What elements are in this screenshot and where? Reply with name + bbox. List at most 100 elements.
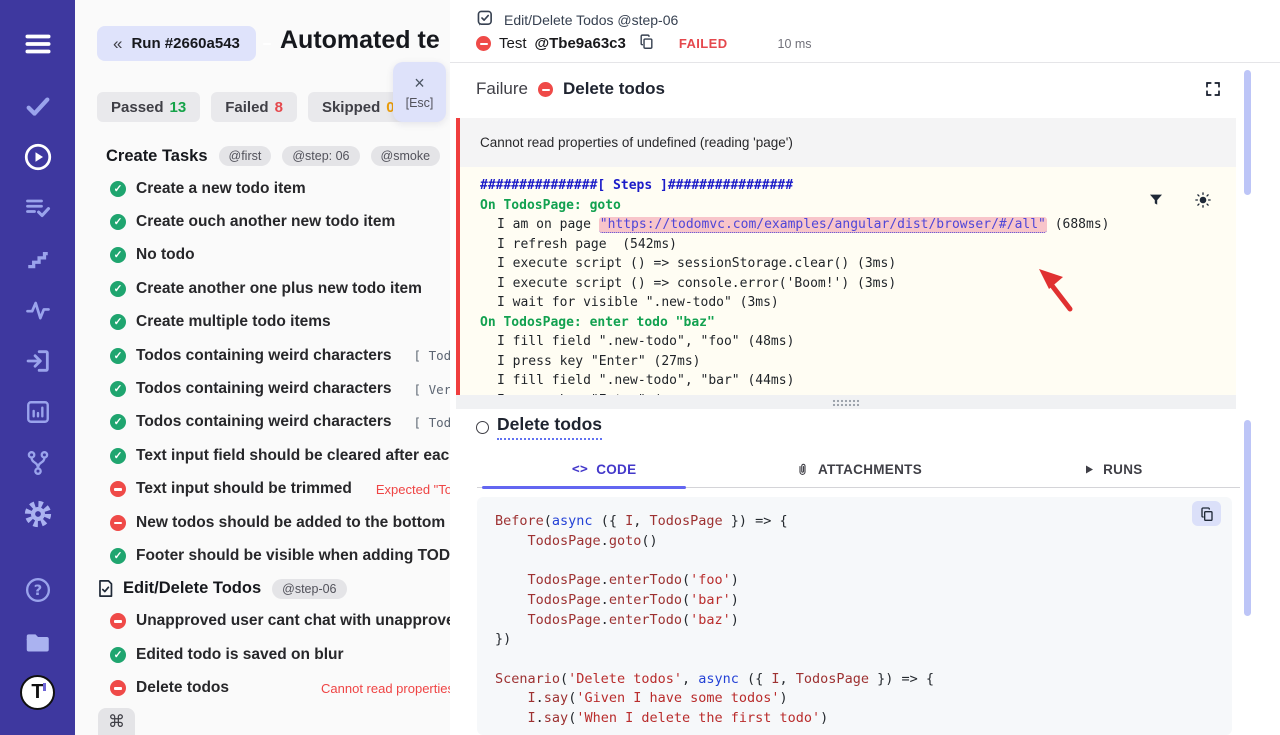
step-line: ###############[ Steps ]################ [480, 176, 1236, 196]
code-line: TodosPage.enterTodo('foo') [495, 571, 1232, 591]
sidebar: ? T [0, 0, 75, 735]
test-title: Create ouch another new todo item [136, 213, 395, 231]
test-title: Edited todo is saved on blur [136, 646, 344, 664]
failed-icon [110, 680, 126, 696]
steps-log[interactable]: ###############[ Steps ]################… [460, 167, 1236, 409]
test-row[interactable]: Edited todo is saved on blur [97, 638, 450, 671]
test-list: Create Tasks@first@step: 06@smoke@stoCre… [97, 140, 450, 707]
suite-title: Create Tasks [106, 147, 208, 166]
filter-steps-icon[interactable] [1148, 192, 1164, 213]
test-title: New todos should be added to the bottom … [136, 514, 450, 532]
failure-test-title: Delete todos [563, 79, 665, 99]
passed-count: 13 [170, 99, 187, 116]
passed-icon [110, 314, 126, 330]
suite-tag: @first [219, 146, 272, 166]
code-viewer[interactable]: Before(async ({ I, TodosPage }) => { Tod… [477, 497, 1232, 735]
step-url-highlight[interactable]: "https://todomvc.com/examples/angular/di… [599, 217, 1047, 233]
import-login-icon[interactable] [0, 341, 75, 381]
suite-heading[interactable]: Edit/Delete Todos@step-06 [97, 573, 450, 605]
tab-attachments[interactable]: ATTACHMENTS [731, 452, 985, 487]
scrollbar-thumb-top[interactable] [1244, 70, 1251, 195]
step-line: I execute script () => sessionStorage.cl… [480, 254, 1236, 274]
test-row[interactable]: New todos should be added to the bottom … [97, 506, 450, 539]
play-icon [1083, 463, 1095, 476]
test-row[interactable]: Delete todosCannot read properties of u [97, 671, 450, 704]
filter-failed[interactable]: Failed 8 [211, 92, 297, 122]
test-row[interactable]: Todos containing weird characters [ Todo … [97, 406, 450, 439]
test-row[interactable]: Create another one plus new todo item [97, 272, 450, 305]
test-row[interactable]: Unapproved user cant chat with unapprove… [97, 605, 450, 638]
test-title: Todos containing weird characters [136, 413, 392, 431]
test-title: Todos containing weird characters [136, 380, 392, 398]
tab-code[interactable]: <> CODE [477, 452, 731, 487]
passed-icon [110, 181, 126, 197]
detail-tabs: <> CODE ATTACHMENTS RUNS [477, 452, 1240, 488]
tests-check-icon[interactable] [0, 86, 75, 126]
command-icon: ⌘ [108, 712, 125, 732]
suite-heading[interactable]: Create Tasks@first@step: 06@smoke@sto [97, 140, 450, 172]
settings-gear-icon[interactable] [0, 494, 75, 534]
logo[interactable]: T [0, 670, 75, 714]
test-row[interactable]: Todos containing weird characters[ Todo … [97, 339, 450, 372]
activity-pulse-icon[interactable] [0, 290, 75, 330]
runs-panel: « Run #2660a543 Automated te × [Esc] Pas… [75, 0, 451, 735]
help-icon[interactable]: ? [0, 570, 75, 610]
section-test-title[interactable]: Delete todos [497, 414, 602, 440]
code-line: I.say('Given I have some todos') [495, 689, 1232, 709]
test-row[interactable]: Create a new todo item [97, 172, 450, 205]
code-line: TodosPage.enterTodo('bar') [495, 591, 1232, 611]
passed-icon [110, 247, 126, 263]
test-bullet-icon [476, 421, 489, 434]
test-detail-panel: Edit/Delete Todos @step-06 Test @Tbe9a63… [450, 0, 1280, 735]
detail-header: Edit/Delete Todos @step-06 Test @Tbe9a63… [450, 0, 1280, 63]
step-line: I press key "Enter" (27ms) [480, 352, 1236, 372]
analytics-chart-icon[interactable] [0, 392, 75, 432]
failed-label: Failed [225, 99, 268, 116]
git-branch-icon[interactable] [0, 443, 75, 483]
back-to-run-button[interactable]: « Run #2660a543 [97, 26, 256, 61]
brightness-icon[interactable] [1194, 191, 1212, 214]
test-row[interactable]: Todos containing weird characters[ Very … [97, 372, 450, 405]
run-play-icon[interactable] [0, 137, 75, 177]
passed-label: Passed [111, 99, 164, 116]
tab-runs-label: RUNS [1103, 462, 1142, 477]
test-row[interactable]: Text input should be trimmedExpected "To… [97, 473, 450, 506]
scrollbar-thumb-bottom[interactable] [1244, 420, 1251, 616]
close-popup-button[interactable]: × [Esc] [393, 62, 446, 122]
test-title: Delete todos [136, 679, 229, 697]
test-title: Todos containing weird characters [136, 347, 392, 365]
steps-stairs-icon[interactable] [0, 239, 75, 279]
duration: 10 ms [778, 37, 812, 51]
passed-icon [110, 214, 126, 230]
projects-folder-icon[interactable] [0, 622, 75, 662]
code-line: TodosPage.goto() [495, 532, 1232, 552]
passed-icon [110, 548, 126, 564]
step-line: I refresh page (542ms) [480, 235, 1236, 255]
tab-runs[interactable]: RUNS [986, 452, 1240, 487]
test-row[interactable]: Text input field should be cleared after… [97, 439, 450, 472]
back-chevrons-icon: « [113, 34, 122, 54]
menu-icon[interactable] [0, 24, 75, 64]
test-title: Text input field should be cleared after… [136, 447, 450, 465]
filter-passed[interactable]: Passed 13 [97, 92, 200, 122]
close-icon: × [414, 74, 425, 92]
test-example-note: [ Todo with [414, 415, 450, 430]
panel-resize-handle[interactable] [456, 395, 1236, 409]
code-line: }) [495, 630, 1232, 650]
fullscreen-icon[interactable] [1204, 80, 1222, 103]
app-window: ? T « Run #2660a543 Automated te × [Esc]… [0, 0, 1280, 735]
code-line [495, 650, 1232, 670]
suite-tag: @step-06 [272, 579, 346, 599]
test-row[interactable]: Create ouch another new todo item [97, 205, 450, 238]
keyboard-shortcuts-button[interactable]: ⌘ [98, 708, 135, 735]
copy-test-id-icon[interactable] [638, 33, 655, 54]
runs-list-check-icon[interactable] [0, 188, 75, 228]
suite-breadcrumb[interactable]: Edit/Delete Todos @step-06 [504, 12, 678, 28]
passed-icon [110, 381, 126, 397]
copy-code-button[interactable] [1192, 501, 1221, 526]
test-row[interactable]: No todo [97, 239, 450, 272]
run-id-label: Run #2660a543 [131, 35, 239, 52]
test-row[interactable]: Footer should be visible when adding TOD… [97, 539, 450, 572]
step-line: I execute script () => console.error('Bo… [480, 274, 1236, 294]
test-row[interactable]: Create multiple todo items [97, 306, 450, 339]
